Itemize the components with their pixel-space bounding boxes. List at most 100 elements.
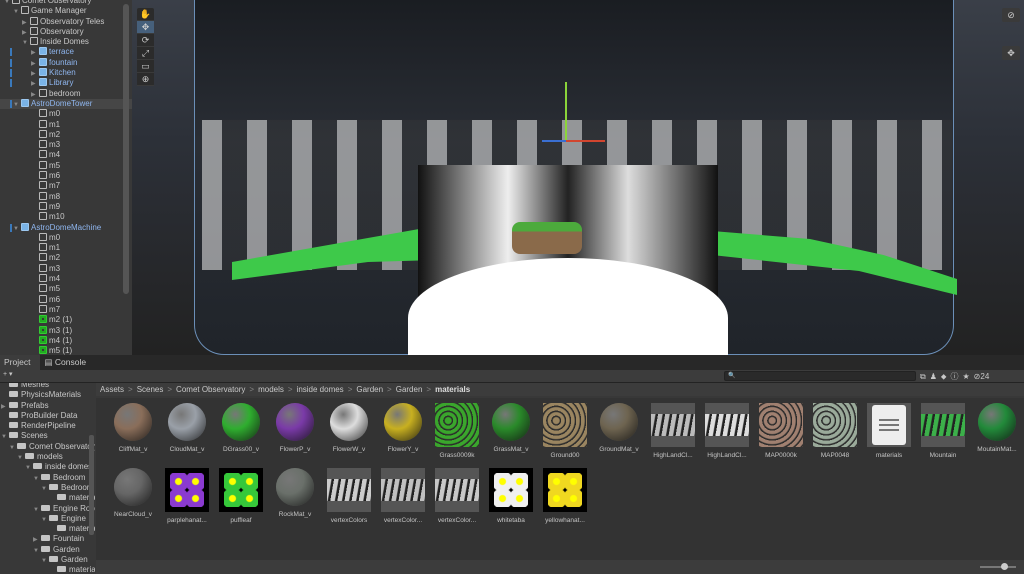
thumbnail-size-slider[interactable] <box>980 563 1016 570</box>
hierarchy-item[interactable]: ▼ Game Manager <box>0 6 132 16</box>
hand-tool-icon[interactable]: ✋ <box>137 8 154 21</box>
hidden-packages-toggle[interactable]: ⊘24 <box>974 370 990 383</box>
breadcrumb-item[interactable]: Scenes <box>137 385 164 394</box>
scene-view[interactable]: ✋ ✥ ⟳ ⤢ ▭ ⊕ ⊘ ✥ <box>132 0 1024 355</box>
hierarchy-item[interactable]: ▼ Inside Domes <box>0 37 132 47</box>
folder-tree-scrollbar[interactable] <box>89 435 94 535</box>
move-gizmo-z-axis[interactable] <box>542 140 566 142</box>
folder-tree-item[interactable]: PhysicsMaterials <box>0 390 95 400</box>
transform-tool-icon[interactable]: ⊕ <box>137 73 154 86</box>
folder-tree-item[interactable]: materials <box>0 493 95 503</box>
folder-tree-item[interactable]: ProBuilder Data <box>0 411 95 421</box>
expand-arrow-icon[interactable]: ▼ <box>41 515 49 525</box>
asset-item[interactable]: materials <box>862 403 916 468</box>
asset-item[interactable]: puffleaf <box>214 468 268 533</box>
folder-tree-item[interactable]: Meshes <box>0 383 95 390</box>
breadcrumb-item[interactable]: Comet Observatory <box>176 385 245 394</box>
expand-arrow-icon[interactable]: ▼ <box>1 432 9 442</box>
folder-tree-item[interactable]: RenderPipeline <box>0 421 95 431</box>
asset-item[interactable]: Grass0009k <box>430 403 484 468</box>
scale-tool-icon[interactable]: ⤢ <box>137 47 154 60</box>
expand-arrow-icon[interactable]: ▼ <box>41 484 49 494</box>
asset-item[interactable]: vertexColor... <box>376 468 430 533</box>
tab-project[interactable]: Project <box>0 355 41 370</box>
breadcrumb-item[interactable]: materials <box>435 385 470 394</box>
rotate-tool-icon[interactable]: ⟳ <box>137 34 154 47</box>
folder-tree-item[interactable]: ▼ Comet Observatory <box>0 442 95 452</box>
hierarchy-item[interactable]: m8 <box>0 191 132 202</box>
hierarchy-item[interactable]: ▶ Observatory Teles <box>0 16 132 27</box>
folder-tree-item[interactable]: ▼ Bedroom <box>0 473 95 483</box>
breadcrumb-item[interactable]: Garden <box>356 385 383 394</box>
rect-tool-icon[interactable]: ▭ <box>137 60 154 73</box>
hierarchy-item[interactable]: m5 <box>0 160 132 171</box>
folder-tree-item[interactable]: ▼Engine Room <box>0 504 95 514</box>
hierarchy-item[interactable]: m4 <box>0 274 132 284</box>
filter-by-label-icon[interactable]: ♟ <box>930 370 937 383</box>
favorite-star-icon[interactable]: ★ <box>963 370 970 383</box>
search-by-type-icon[interactable]: ⧉ <box>920 370 926 383</box>
asset-item[interactable]: MAP0048 <box>808 403 862 468</box>
expand-arrow-icon[interactable]: ▼ <box>17 453 25 463</box>
hierarchy-item[interactable]: m2 <box>0 253 132 263</box>
asset-item[interactable]: vertexColor... <box>430 468 484 533</box>
asset-item[interactable]: GroundMat_v <box>592 403 646 468</box>
asset-item[interactable]: Ground00 <box>538 403 592 468</box>
hierarchy-item[interactable]: m10 <box>0 212 132 222</box>
asset-item[interactable]: GrassMat_v <box>484 403 538 468</box>
hierarchy-item[interactable]: m5 <box>0 284 132 294</box>
asset-item[interactable]: FlowerW_v <box>322 403 376 468</box>
folder-tree-item[interactable]: ▼ Scenes <box>0 431 95 441</box>
asset-item[interactable]: parplehanat... <box>160 468 214 533</box>
asset-item[interactable]: FlowerY_v <box>376 403 430 468</box>
asset-item[interactable]: RockMat_v <box>268 468 322 533</box>
hierarchy-item[interactable]: ▶ terrace <box>0 47 132 57</box>
breadcrumb-item[interactable]: Assets <box>100 385 124 394</box>
hierarchy-item[interactable]: ▶ bedroom <box>0 88 132 99</box>
asset-item[interactable]: Mountain <box>916 403 970 468</box>
hierarchy-item[interactable]: m2 <box>0 129 132 140</box>
folder-tree-item[interactable]: ▼ Garden <box>0 545 95 555</box>
hierarchy-item[interactable]: m2 (1) <box>0 315 132 325</box>
hierarchy-item[interactable]: m3 (1) <box>0 325 132 336</box>
hierarchy-item[interactable]: m9 <box>0 201 132 212</box>
asset-item[interactable]: FlowerP_v <box>268 403 322 468</box>
hierarchy-item[interactable]: ▼ AstroDomeMachine <box>0 222 132 233</box>
hierarchy-item[interactable]: m3 <box>0 140 132 150</box>
asset-item[interactable]: HighLandCl... <box>700 403 754 468</box>
expand-arrow-icon[interactable]: ▼ <box>33 546 41 556</box>
hierarchy-item[interactable]: ▶ Observatory <box>0 26 132 37</box>
folder-tree-item[interactable]: ▶ Fountain <box>0 534 95 544</box>
hierarchy-item[interactable]: m7 <box>0 181 132 191</box>
asset-item[interactable]: yellowhanat... <box>538 468 592 533</box>
hierarchy-item[interactable]: ▶ fountain <box>0 57 132 68</box>
hierarchy-item[interactable]: m1 <box>0 119 132 130</box>
folder-tree-item[interactable]: ▼ models <box>0 452 95 462</box>
hierarchy-item[interactable]: m5 (1) <box>0 346 132 355</box>
hierarchy-item[interactable]: m4 (1) <box>0 335 132 346</box>
breadcrumb-item[interactable]: inside domes <box>297 385 344 394</box>
asset-item[interactable]: CloudMat_v <box>160 403 214 468</box>
gizmo-toggle-icon[interactable]: ✥ <box>1002 46 1020 60</box>
folder-tree-item[interactable]: materials <box>0 565 95 574</box>
move-gizmo-x-axis[interactable] <box>565 140 605 142</box>
asset-item[interactable]: DGrass00_v <box>214 403 268 468</box>
hierarchy-item[interactable]: m7 <box>0 304 132 315</box>
asset-item[interactable]: NearCloud_v <box>106 468 160 533</box>
folder-tree-item[interactable]: ▼ inside domes <box>0 462 95 472</box>
asset-item[interactable]: HighLandCl... <box>646 403 700 468</box>
folder-tree-item[interactable]: ▼ Bedroom <box>0 483 95 493</box>
hierarchy-item[interactable]: m1 <box>0 243 132 253</box>
expand-arrow-icon[interactable]: ▼ <box>41 556 49 566</box>
add-dropdown[interactable]: + ▾ <box>3 370 13 378</box>
hierarchy-item[interactable]: m6 <box>0 171 132 181</box>
breadcrumb-item[interactable]: models <box>258 385 284 394</box>
expand-arrow-icon[interactable]: ▼ <box>9 443 17 453</box>
hierarchy-item[interactable]: m0 <box>0 232 132 243</box>
asset-item[interactable]: CliffMat_v <box>106 403 160 468</box>
asset-item[interactable]: whitetaba <box>484 468 538 533</box>
hierarchy-scrollbar[interactable] <box>123 4 129 294</box>
orientation-icon[interactable]: ⊘ <box>1002 8 1020 22</box>
hierarchy-item[interactable]: m6 <box>0 294 132 305</box>
hierarchy-item[interactable]: ▶ Kitchen <box>0 68 132 78</box>
